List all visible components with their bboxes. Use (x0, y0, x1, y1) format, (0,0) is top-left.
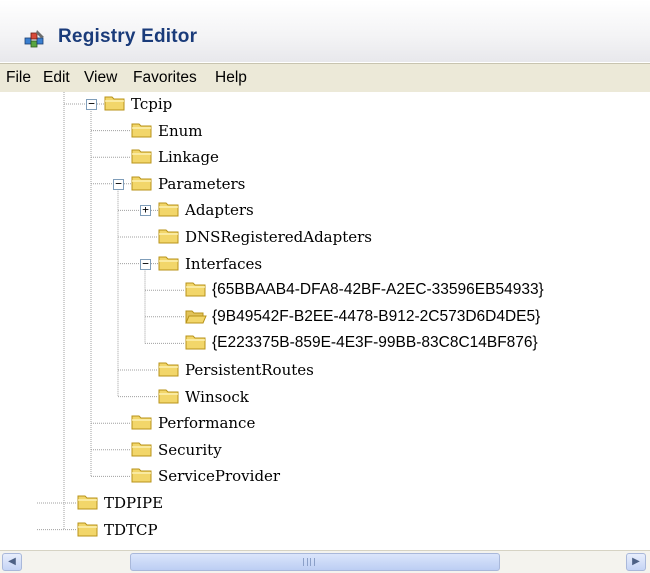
collapse-toggle-icon[interactable]: − (113, 178, 124, 190)
tree-item-label: TDTCP (104, 520, 158, 539)
tree-item-label: DNSRegisteredAdapters (185, 228, 373, 246)
tree-item-label: PersistentRoutes (185, 361, 314, 379)
folder-icon (185, 334, 207, 351)
folder-icon (185, 281, 207, 298)
tree-item-label: {E223375B-859E-4E3F-99BB-83C8C14BF876} (212, 334, 538, 352)
folder-icon (131, 441, 153, 458)
tree-item-label: Linkage (158, 148, 219, 167)
horizontal-scrollbar[interactable]: ◀ ▶ (0, 550, 650, 573)
scrollbar-grip-icon (303, 558, 315, 566)
folder-icon (131, 122, 153, 139)
folder-icon (158, 228, 180, 245)
registry-editor-icon (24, 30, 44, 48)
folder-icon (158, 361, 180, 378)
collapse-toggle-icon[interactable]: − (140, 258, 151, 270)
tree-item-label: Interfaces (185, 254, 263, 273)
tree-item-label: Enum (158, 121, 203, 140)
folder-icon (131, 467, 153, 484)
scrollbar-thumb[interactable] (130, 553, 500, 571)
folder-icon (158, 201, 180, 218)
menu-help[interactable]: Help (211, 67, 251, 89)
expand-toggle-icon[interactable]: + (140, 204, 151, 217)
folder-icon (158, 388, 180, 405)
tree-item-label: Parameters (158, 174, 246, 193)
tree-item-label: ServiceProvider (158, 467, 281, 486)
menu-favorites[interactable]: Favorites (129, 67, 201, 89)
folder-icon (77, 494, 99, 511)
menu-bar: File Edit View Favorites Help (0, 63, 650, 93)
menu-view[interactable]: View (80, 67, 121, 89)
registry-key-tree[interactable]: − Tcpip Enum Linkage − Parameters + Adapters DNS… (0, 92, 650, 548)
window-title: Registry Editor (58, 26, 198, 47)
menu-file[interactable]: File (2, 67, 35, 89)
folder-icon (77, 521, 99, 538)
tree-item-label: Tcpip (131, 95, 173, 113)
folder-icon (131, 148, 153, 165)
tree-item-label: TDPIPE (104, 494, 164, 512)
folder-icon (131, 175, 153, 192)
tree-item-label: Performance (158, 414, 256, 433)
open-folder-icon (185, 308, 207, 325)
menu-edit[interactable]: Edit (39, 67, 74, 89)
tree-item-label: Security (158, 440, 222, 459)
folder-icon (131, 414, 153, 431)
tree-item-label: Winsock (185, 387, 249, 406)
tree-item-label: Adapters (185, 201, 254, 220)
folder-icon (104, 95, 126, 112)
title-bar: Registry Editor (0, 0, 650, 62)
folder-icon (158, 255, 180, 272)
scroll-left-button[interactable]: ◀ (2, 553, 22, 571)
tree-item-label: {65BBAAB4-DFA8-42BF-A2EC-33596EB54933} (212, 281, 544, 299)
collapse-toggle-icon[interactable]: − (86, 98, 97, 110)
tree-item-label: {9B49542F-B2EE-4478-B912-2C573D6D4DE5} (212, 307, 541, 325)
scroll-right-button[interactable]: ▶ (626, 553, 646, 571)
